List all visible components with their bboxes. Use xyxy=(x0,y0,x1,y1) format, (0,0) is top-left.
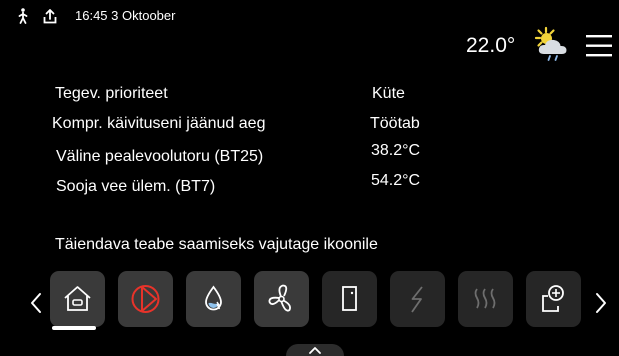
tile-door[interactable] xyxy=(322,271,377,327)
tile-heating[interactable] xyxy=(118,271,173,327)
add-accessory-icon xyxy=(542,285,564,312)
heat-pump-screen: 16:45 3 Oktoober 22.0° Tegev. prioriteet… xyxy=(0,0,619,356)
floor-heating-icon xyxy=(474,288,496,309)
chevron-up-icon xyxy=(309,347,321,354)
upload-icon xyxy=(43,9,57,24)
info-value-external-supply: 38.2°C xyxy=(371,142,421,159)
hint-text: Täiendava teabe saamiseks vajutage ikoon… xyxy=(55,236,378,253)
info-label-priority: Tegev. prioriteet xyxy=(55,85,168,102)
door-icon xyxy=(342,286,357,311)
tile-add-accessory[interactable] xyxy=(526,271,581,327)
info-value-compressor-start: Töötab xyxy=(370,115,420,132)
status-time-date: 16:45 3 Oktoober xyxy=(75,8,176,23)
tile-ventilation[interactable] xyxy=(254,271,309,327)
tile-electric[interactable] xyxy=(390,271,445,327)
info-value-priority: Küte xyxy=(372,85,405,102)
water-drop-icon xyxy=(205,285,222,311)
home-icon xyxy=(64,286,91,311)
chevron-left-icon[interactable] xyxy=(28,291,44,315)
selected-indicator xyxy=(52,326,96,330)
outdoor-temperature: 22.0° xyxy=(466,34,516,57)
hamburger-menu-icon[interactable] xyxy=(583,30,615,62)
info-label-external-supply: Väline pealevoolutoru (BT25) xyxy=(56,148,264,165)
chevron-right-icon[interactable] xyxy=(593,291,609,315)
bottom-panel-handle[interactable] xyxy=(286,344,344,356)
status-bar: 16:45 3 Oktoober xyxy=(0,0,619,30)
electric-icon xyxy=(411,286,423,313)
tile-hot-water[interactable] xyxy=(186,271,241,327)
person-walking-icon xyxy=(18,8,28,24)
fan-icon xyxy=(268,284,291,312)
tile-floor-heating[interactable] xyxy=(458,271,513,327)
info-label-compressor-start: Kompr. käivituseni jäänud aeg xyxy=(52,115,266,132)
heating-pump-icon xyxy=(131,285,160,313)
tile-home[interactable] xyxy=(50,271,105,330)
sun-behind-cloud-icon xyxy=(534,26,567,61)
info-label-hot-water-top: Sooja vee ülem. (BT7) xyxy=(56,178,216,195)
info-value-hot-water-top: 54.2°C xyxy=(371,172,421,189)
